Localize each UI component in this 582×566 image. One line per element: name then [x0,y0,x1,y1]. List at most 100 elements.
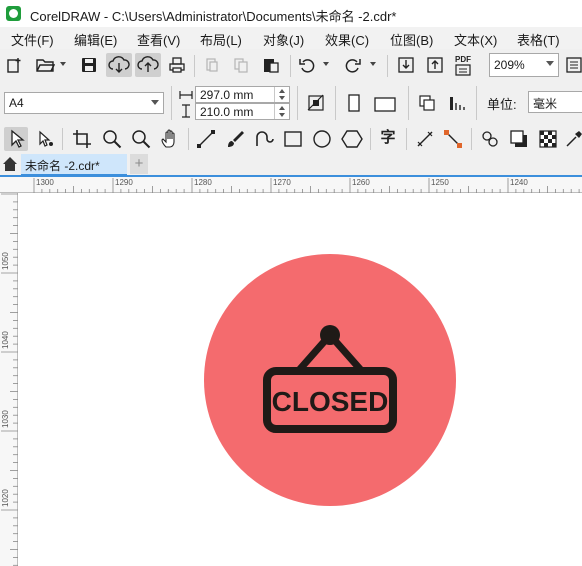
menu-bitmaps[interactable]: 位图(B) [390,30,433,49]
menu-text[interactable]: 文本(X) [454,30,497,49]
ruler-label: 1260 [352,178,370,187]
connector-tool-icon[interactable] [443,129,463,149]
menu-effects[interactable]: 效果(C) [325,30,369,49]
transparency-tool-icon[interactable] [538,129,558,149]
spin-down-icon[interactable] [278,112,286,118]
home-icon[interactable] [2,156,18,172]
import-icon[interactable] [397,56,415,74]
units-label: 单位: [487,97,517,112]
spin-down-icon[interactable] [278,95,286,101]
full-screen-icon[interactable] [565,56,582,74]
export-icon[interactable] [426,56,444,74]
ruler-label: 1050 [1,252,10,270]
artistic-media-tool-icon[interactable] [226,129,246,149]
search-zoom-icon[interactable] [131,129,151,149]
menu-object[interactable]: 对象(J) [263,30,304,49]
toolbar-separator [335,86,336,120]
title-bar: CorelDRAW - C:\Users\Administrator\Docum… [0,0,582,27]
ruler-label: 1300 [36,178,54,187]
ruler-label: 1240 [510,178,528,187]
undo-icon[interactable] [298,56,316,74]
tab-document[interactable]: 未命名 -2.cdr* [21,154,127,176]
document-tab-bar: 未命名 -2.cdr* + [0,154,582,176]
polygon-tool-icon[interactable] [341,129,363,149]
all-pages-size-icon[interactable] [306,93,326,113]
add-tab-button[interactable]: + [130,154,148,174]
cloud-upload-icon[interactable] [135,53,161,77]
zoom-level-value: 209% [494,58,525,72]
window-title: CorelDRAW - C:\Users\Administrator\Docum… [30,9,397,24]
drop-shadow-tool-icon[interactable] [509,129,529,149]
menu-edit[interactable]: 编辑(E) [74,30,117,49]
menu-layout[interactable]: 布局(L) [200,30,242,49]
text-tool-icon[interactable]: 字 [378,130,398,148]
chevron-down-icon [151,100,159,105]
drawing-canvas[interactable]: CLOSED [18,193,582,566]
cut-icon[interactable] [204,57,220,73]
property-bar: A4 297.0 mm 210.0 mm 单位: 毫米 [0,82,582,125]
cloud-download-icon[interactable] [106,53,132,77]
new-document-icon[interactable] [6,56,24,74]
pan-tool-icon[interactable] [160,129,180,149]
height-icon [178,104,194,118]
toolbar-separator [297,86,298,120]
units-value: 毫米 [533,97,558,111]
ruler-label: 1280 [194,178,212,187]
eyedropper-tool-icon[interactable] [564,129,582,149]
sign-text: CLOSED [272,386,389,417]
save-icon[interactable] [80,56,98,74]
redo-dropdown-arrow-icon[interactable] [369,60,377,68]
publish-pdf-icon[interactable]: PDF [453,55,475,77]
units-dropdown[interactable]: 毫米 [528,91,582,113]
toolbar-separator [408,86,409,120]
menu-view[interactable]: 查看(V) [137,30,180,49]
page-size-dropdown[interactable]: A4 [4,92,164,114]
toolbar-separator [370,128,371,150]
landscape-page-icon[interactable] [373,95,397,113]
menu-file[interactable]: 文件(F) [11,30,54,49]
crop-tool-icon[interactable] [72,129,92,149]
page-width-field[interactable]: 297.0 mm [195,86,290,103]
toolbox: 字 [0,124,582,155]
print-icon[interactable] [168,56,186,74]
all-pages-icon[interactable] [417,93,437,113]
copy-icon[interactable] [233,57,249,73]
standard-toolbar: PDF 209% [0,49,582,83]
blend-tool-icon[interactable] [480,129,500,149]
curve-tool-icon[interactable] [254,129,274,149]
shape-tool-icon[interactable] [36,129,56,149]
ruler-label: 1290 [115,178,133,187]
page-height-field[interactable]: 210.0 mm [195,103,290,120]
ellipse-tool-icon[interactable] [312,129,332,149]
vertical-ruler[interactable]: 1050 1040 1030 1020 [0,193,18,566]
current-page-icon[interactable] [447,93,467,113]
spin-up-icon[interactable] [278,88,286,94]
ruler-label: 1270 [273,178,291,187]
spin-up-icon[interactable] [278,105,286,111]
parallel-dimension-tool-icon[interactable] [415,129,435,149]
horizontal-ruler[interactable]: 1300 1290 1280 1270 1260 1250 1240 [0,177,582,193]
rectangle-tool-icon[interactable] [283,129,303,149]
toolbar-separator [290,55,291,77]
page-width-value: 297.0 mm [200,88,254,102]
coreldraw-logo-icon [6,6,21,21]
paste-icon[interactable] [262,56,280,74]
toolbar-separator [194,55,195,77]
toolbar-separator [188,128,189,150]
undo-dropdown-arrow-icon[interactable] [322,60,330,68]
menu-table[interactable]: 表格(T) [517,30,560,49]
spinner-divider [274,104,275,119]
page-size-value: A4 [9,96,24,110]
freehand-tool-icon[interactable] [196,129,216,149]
zoom-tool-icon[interactable] [102,129,122,149]
toolbar-separator [387,55,388,77]
open-folder-icon[interactable] [35,56,55,74]
red-circle-shape[interactable] [204,254,456,506]
pick-tool-icon[interactable] [4,127,28,151]
redo-icon[interactable] [344,56,362,74]
zoom-level-dropdown[interactable]: 209% [489,53,559,77]
open-dropdown-arrow-icon[interactable] [59,60,67,68]
portrait-page-icon[interactable] [347,94,361,112]
page-height-value: 210.0 mm [200,105,254,119]
toolbar-separator [62,128,63,150]
